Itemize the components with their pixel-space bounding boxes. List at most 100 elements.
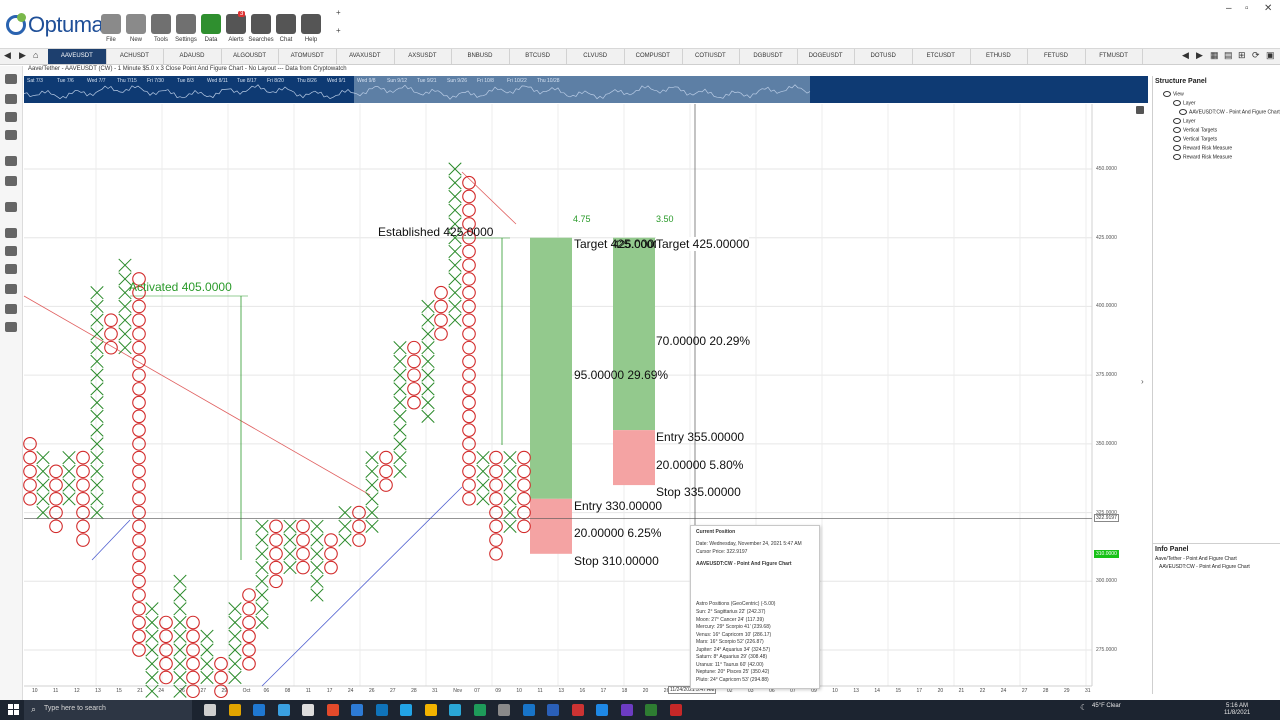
x-column <box>365 450 379 533</box>
o-box <box>214 656 228 671</box>
app-icon-4[interactable] <box>596 704 608 716</box>
weather-text[interactable]: 45°F Clear <box>1092 703 1121 709</box>
file-explorer-icon[interactable] <box>228 704 241 716</box>
visibility-eye-icon[interactable] <box>1163 91 1171 97</box>
edge-icon[interactable] <box>277 704 290 716</box>
x-box <box>255 615 269 630</box>
date-axis-label: 09 <box>495 688 501 694</box>
weather-moon-icon[interactable]: ☾ <box>1080 703 1087 712</box>
panel-icon[interactable]: ▣ <box>1266 50 1275 61</box>
clock-date[interactable]: 11/8/2021 <box>1224 710 1250 716</box>
structure-panel: Structure Panel View Layer AAVEUSDT:CW - P… <box>1152 76 1280 546</box>
close-button[interactable]: ✕ <box>1264 3 1272 14</box>
x-box <box>503 492 517 506</box>
o-box <box>462 189 476 204</box>
o-box <box>242 601 256 616</box>
visibility-eye-icon[interactable] <box>1173 145 1181 151</box>
visibility-eye-icon[interactable] <box>1173 100 1181 106</box>
refresh-icon[interactable]: ⟳ <box>1252 50 1260 61</box>
optuma-taskbar-icon[interactable] <box>669 704 682 716</box>
app-icon-3[interactable] <box>522 704 535 716</box>
o-column <box>76 450 90 547</box>
x-box <box>503 464 517 478</box>
tabs-right-icon[interactable]: ▶ <box>1196 50 1203 61</box>
visibility-eye-icon[interactable] <box>1179 109 1187 115</box>
app-icon-5[interactable] <box>620 704 633 716</box>
date-axis-label: 27 <box>390 688 396 694</box>
last-price-tag: 310.0000 <box>1094 550 1119 558</box>
visibility-eye-icon[interactable] <box>1173 118 1181 124</box>
minimize-button[interactable]: – <box>1226 3 1232 14</box>
tooltip-astro-line: Venus: 16° Capricorn 10' (286.17) <box>696 631 772 638</box>
app-icon-6[interactable] <box>645 704 657 716</box>
x-box <box>448 203 462 217</box>
windows-start-icon[interactable] <box>8 704 20 716</box>
x-box <box>393 423 407 437</box>
structure-item[interactable]: View <box>1163 91 1184 97</box>
x-box <box>173 602 187 616</box>
structure-item[interactable]: Layer <box>1173 118 1196 124</box>
task-view-icon[interactable] <box>204 704 216 716</box>
o-box <box>23 464 37 479</box>
o-column <box>132 272 146 657</box>
app-icon[interactable] <box>449 704 461 716</box>
camera-icon[interactable] <box>302 704 314 716</box>
date-axis-label: 17 <box>916 688 923 694</box>
activated-label: Activated 405.0000 <box>129 280 232 294</box>
o-box <box>186 670 200 685</box>
visibility-eye-icon[interactable] <box>1173 136 1181 142</box>
o-box <box>296 519 310 534</box>
maximize-button[interactable]: ▫ <box>1245 3 1249 14</box>
o-box <box>269 560 283 575</box>
visibility-eye-icon[interactable] <box>1173 127 1181 133</box>
chart-lock-icon[interactable] <box>1136 106 1144 114</box>
x-box <box>228 670 242 685</box>
expand-panel-icon[interactable]: › <box>1141 377 1144 386</box>
steam-icon[interactable] <box>498 704 510 716</box>
brave-icon[interactable] <box>326 704 339 716</box>
x-box <box>448 244 462 259</box>
structure-item[interactable]: AAVEUSDT:CW - Point And Figure Chart <box>1179 109 1280 115</box>
app-icon-2[interactable] <box>473 704 486 716</box>
mail-icon[interactable] <box>253 704 265 716</box>
structure-item[interactable]: Reward Risk Measure <box>1173 145 1232 151</box>
x-box <box>310 533 324 547</box>
x-box <box>173 615 187 630</box>
x-box <box>393 382 407 396</box>
tooltip-astro-line: Saturn: 8° Aquarius 29' (308.48) <box>696 654 768 660</box>
date-axis-label: 24 <box>1000 688 1007 694</box>
o-box <box>132 533 146 547</box>
taskbar-search-placeholder: Type here to search <box>44 705 106 712</box>
snip-icon[interactable] <box>571 704 584 716</box>
date-axis-label: 27 <box>200 688 207 694</box>
folder-icon[interactable] <box>424 704 437 716</box>
x-box <box>90 492 104 506</box>
edge-browser-icon[interactable] <box>375 704 388 716</box>
visibility-eye-icon[interactable] <box>1173 154 1181 160</box>
o-box <box>186 615 200 630</box>
x-box <box>90 341 104 355</box>
pf-chart[interactable] <box>0 0 1148 700</box>
structure-item[interactable]: Vertical Targets <box>1173 127 1217 133</box>
structure-item[interactable]: Layer <box>1173 100 1196 106</box>
clock-time[interactable]: 5:16 AM <box>1226 703 1248 709</box>
grid-icon[interactable]: ▦ <box>1210 50 1219 61</box>
x-box <box>255 560 269 575</box>
word-icon[interactable] <box>547 704 559 716</box>
o-box <box>462 258 476 273</box>
o-box <box>379 478 393 492</box>
link-icon[interactable]: ⊞ <box>1238 50 1246 61</box>
word-app-icon[interactable] <box>351 704 363 716</box>
x-box <box>173 629 187 643</box>
chrome-icon[interactable] <box>400 704 412 716</box>
structure-item[interactable]: Vertical Targets <box>1173 136 1217 142</box>
x-box <box>145 670 159 685</box>
structure-item[interactable]: Reward Risk Measure <box>1173 154 1232 160</box>
x-box <box>145 602 159 616</box>
o-box <box>324 533 338 547</box>
tabs-left-icon[interactable]: ◀ <box>1182 50 1189 61</box>
o-box <box>132 519 146 534</box>
taskbar-search[interactable]: ⌕ Type here to search <box>24 700 192 720</box>
x-column <box>393 341 407 478</box>
layout-icon[interactable]: ▤ <box>1224 50 1233 61</box>
